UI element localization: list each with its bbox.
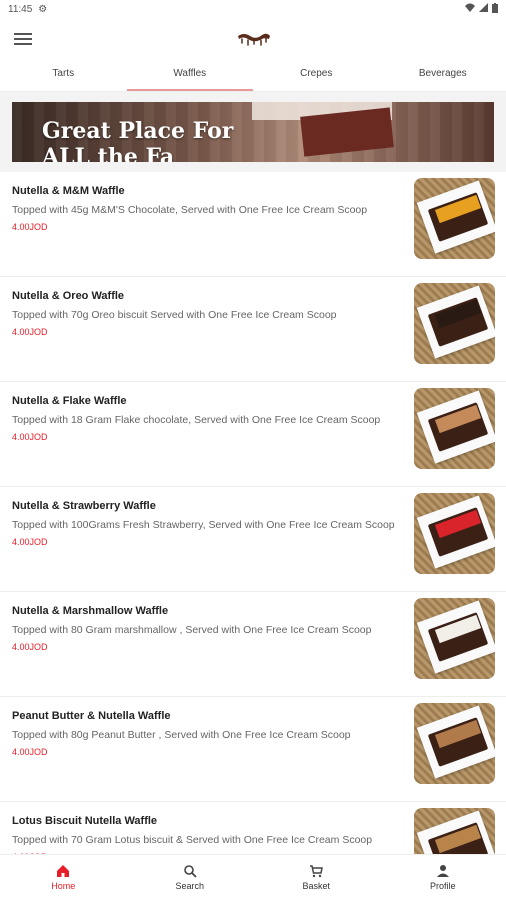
item-description: Topped with 70g Oreo biscuit Served with… xyxy=(12,309,337,321)
item-description: Topped with 70 Gram Lotus biscuit & Serv… xyxy=(12,834,373,846)
nav-search[interactable]: Search xyxy=(127,855,254,900)
signal-icon xyxy=(479,3,488,15)
item-price: 4.00JOD xyxy=(12,537,48,547)
item-price: 4.00JOD xyxy=(12,222,48,232)
item-name: Peanut Butter & Nutella Waffle xyxy=(12,710,171,722)
item-price: 4.00JOD xyxy=(12,432,48,442)
tab-waffles[interactable]: Waffles xyxy=(126,60,254,91)
item-description: Topped with 18 Gram Flake chocolate, Ser… xyxy=(12,414,381,426)
tab-crepes[interactable]: Crepes xyxy=(253,60,380,91)
list-item[interactable]: Nutella & Oreo Waffle Topped with 70g Ore… xyxy=(0,277,506,382)
item-image[interactable] xyxy=(414,388,495,469)
tab-tarts[interactable]: Tarts xyxy=(0,60,127,91)
item-name: Nutella & Marshmallow Waffle xyxy=(12,605,169,617)
list-item[interactable]: Peanut Butter & Nutella Waffle Topped wit… xyxy=(0,697,506,802)
nav-search-label: Search xyxy=(175,881,205,891)
list-item[interactable]: Nutella & Strawberry Waffle Topped with 1… xyxy=(0,487,506,592)
item-name: Lotus Biscuit Nutella Waffle xyxy=(12,815,158,827)
list-item[interactable]: Nutella & Marshmallow Waffle Topped with … xyxy=(0,592,506,697)
item-description: Topped with 100Grams Fresh Strawberry, S… xyxy=(12,519,395,531)
menu-content[interactable]: Great Place For ALL the Fa Nutella & M&M… xyxy=(0,92,506,854)
list-item[interactable]: Nutella & Flake Waffle Topped with 18 Gra… xyxy=(0,382,506,487)
nav-profile-label: Profile xyxy=(429,881,456,891)
nav-basket[interactable]: Basket xyxy=(253,855,380,900)
item-image[interactable] xyxy=(414,808,495,854)
nav-basket-label: Basket xyxy=(302,881,330,891)
search-icon xyxy=(183,865,197,878)
item-name: Nutella & Oreo Waffle xyxy=(12,290,125,302)
cart-icon xyxy=(310,865,324,878)
home-icon xyxy=(57,865,70,877)
list-item[interactable]: Lotus Biscuit Nutella Waffle Topped with … xyxy=(0,802,506,854)
item-price: 4.00JOD xyxy=(12,642,48,652)
banner-text: Great Place For ALL the Fa xyxy=(42,118,234,162)
item-image[interactable] xyxy=(414,598,495,679)
promo-banner[interactable]: Great Place For ALL the Fa xyxy=(12,102,494,162)
app-bar xyxy=(0,18,506,60)
item-name: Nutella & Strawberry Waffle xyxy=(12,500,156,512)
menu-icon[interactable] xyxy=(14,30,32,46)
tab-beverages[interactable]: Beverages xyxy=(380,60,506,91)
item-image[interactable] xyxy=(414,703,495,784)
item-price: 4.00JOD xyxy=(12,747,48,757)
item-description: Topped with 80g Peanut Butter , Served w… xyxy=(12,729,351,741)
nav-home[interactable]: Home xyxy=(0,855,127,900)
brand-logo xyxy=(236,28,272,48)
category-tabs: Tarts Waffles Crepes Beverages xyxy=(0,60,506,92)
item-image[interactable] xyxy=(414,493,495,574)
nav-profile[interactable]: Profile xyxy=(380,855,506,900)
product-list: Nutella & M&M Waffle Topped with 45g M&M'… xyxy=(0,172,506,854)
item-image[interactable] xyxy=(414,178,495,259)
item-description: Topped with 45g M&M'S Chocolate, Served … xyxy=(12,204,368,216)
item-price: 4.00JOD xyxy=(12,327,48,337)
status-bar: 11:45 ⚙ xyxy=(0,0,506,18)
bottom-navigation: Home Search Basket Profile xyxy=(0,854,506,900)
item-description: Topped with 80 Gram marshmallow , Served… xyxy=(12,624,372,636)
item-name: Nutella & M&M Waffle xyxy=(12,185,125,197)
settings-icon: ⚙ xyxy=(38,3,48,15)
item-name: Nutella & Flake Waffle xyxy=(12,395,127,407)
list-item[interactable]: Nutella & M&M Waffle Topped with 45g M&M'… xyxy=(0,172,506,277)
item-image[interactable] xyxy=(414,283,495,364)
wifi-icon xyxy=(465,3,475,15)
status-time: 11:45 xyxy=(8,3,33,15)
nav-home-label: Home xyxy=(51,881,76,891)
battery-icon xyxy=(492,2,498,16)
person-icon xyxy=(436,865,449,877)
